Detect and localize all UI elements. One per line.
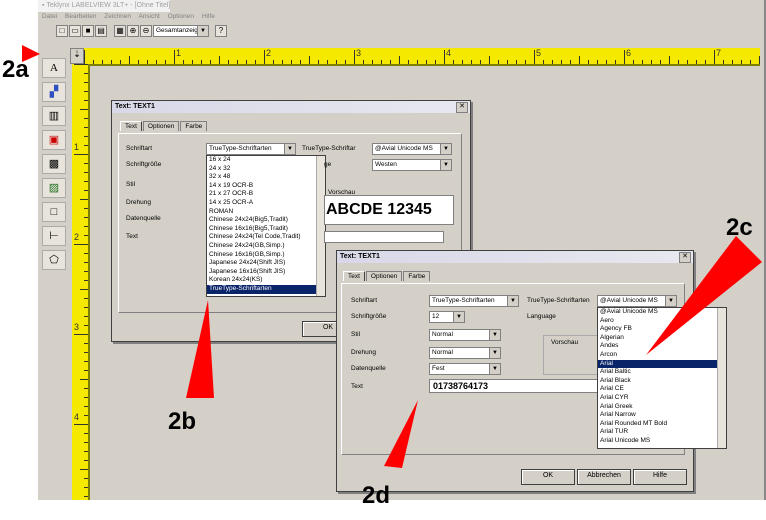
callout-2a: 2a: [2, 56, 29, 83]
callout-2b: 2b: [168, 408, 197, 435]
annotation-arrows: [22, 45, 762, 468]
arrow-2d: [384, 400, 418, 468]
callout-2c: 2c: [726, 214, 753, 241]
callout-2d: 2d: [362, 482, 391, 509]
arrow-2b: [186, 300, 214, 398]
arrow-2c: [646, 236, 762, 355]
